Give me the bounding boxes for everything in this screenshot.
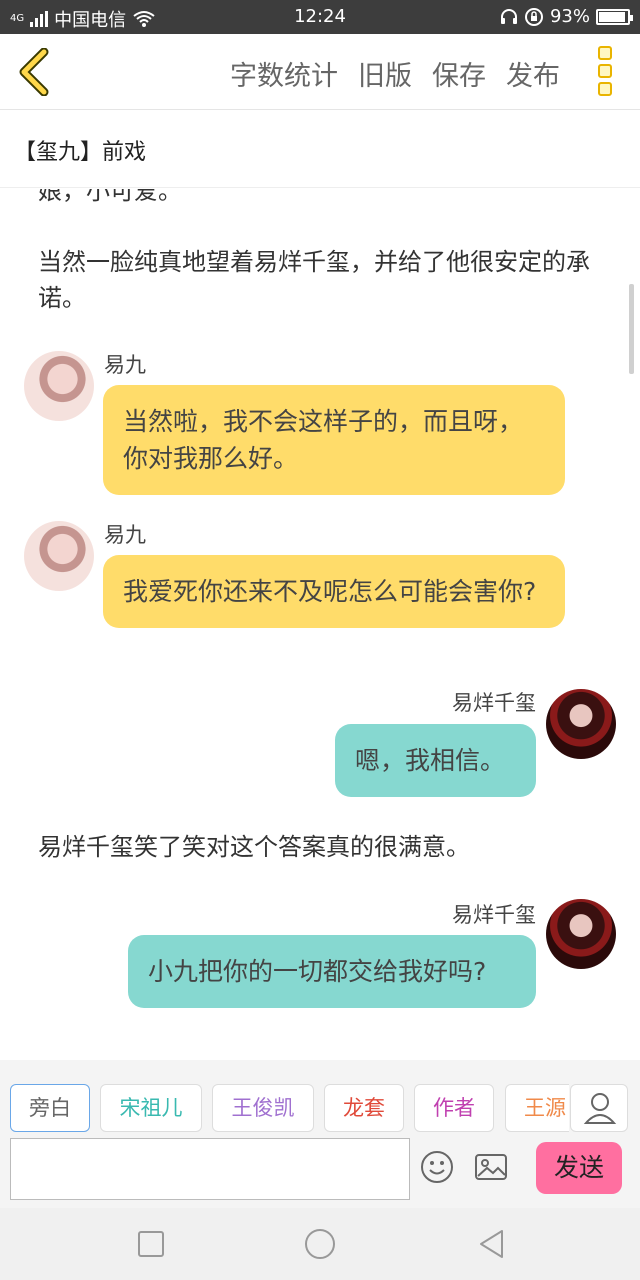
more-vertical-icon[interactable]: [598, 46, 618, 96]
avatar[interactable]: [24, 351, 94, 421]
scrollbar[interactable]: [629, 284, 634, 374]
header-actions: 字数统计 旧版 保存 发布: [230, 54, 560, 93]
composer-panel: 旁白 宋祖儿 王俊凯 龙套 作者 王源 发送: [0, 1060, 640, 1208]
emoji-button[interactable]: [420, 1150, 454, 1184]
message-input[interactable]: [10, 1138, 410, 1200]
message-bubble[interactable]: 当然啦，我不会这样子的，而且呀，你对我那么好。: [103, 385, 565, 495]
old-version-button[interactable]: 旧版: [358, 54, 412, 93]
word-count-button[interactable]: 字数统计: [230, 54, 338, 93]
message-bubble[interactable]: 嗯，我相信。: [335, 724, 536, 797]
triangle-back-icon: [480, 1230, 503, 1258]
avatar[interactable]: [546, 899, 616, 969]
status-right: 93%: [500, 6, 633, 27]
image-button[interactable]: [474, 1152, 508, 1182]
headphones-icon: [500, 8, 517, 24]
speaker-name: 易九: [104, 523, 146, 547]
image-icon: [475, 1154, 507, 1180]
user-icon: [583, 1093, 617, 1124]
save-button[interactable]: 保存: [432, 54, 486, 93]
back-nav-button[interactable]: [476, 1228, 508, 1260]
character-tab[interactable]: 龙套: [324, 1084, 404, 1132]
status-bar: 4G 中国电信 12:24 93%: [0, 0, 640, 34]
message-bubble[interactable]: 我爱死你还来不及呢怎么可能会害你?: [103, 555, 565, 628]
character-tab[interactable]: 作者: [414, 1084, 494, 1132]
smiley-icon: [421, 1151, 453, 1183]
speaker-name: 易烊千玺: [452, 691, 536, 715]
chevron-left-icon: [19, 47, 49, 97]
home-button[interactable]: [302, 1228, 338, 1260]
narration-text: 当然一脸纯真地望着易烊千玺，并给了他很安定的承诺。: [38, 248, 590, 312]
publish-button[interactable]: 发布: [506, 54, 560, 93]
avatar[interactable]: [24, 521, 94, 591]
story-content[interactable]: 娘，小可爱。 当然一脸纯真地望着易烊千玺，并给了他很安定的承诺。 易九 当然啦，…: [0, 189, 640, 1059]
narration-text: 易烊千玺笑了笑对这个答案真的很满意。: [38, 833, 470, 861]
rotation-lock-icon: [524, 7, 543, 26]
recents-button[interactable]: [135, 1228, 167, 1260]
chapter-title: 【玺九】前戏: [0, 110, 640, 188]
send-button[interactable]: 发送: [536, 1142, 622, 1194]
speaker-name: 易烊千玺: [452, 903, 536, 927]
square-icon: [138, 1231, 164, 1257]
editor-header: 字数统计 旧版 保存 发布: [0, 34, 640, 110]
battery-icon: [596, 8, 633, 25]
character-tab[interactable]: 宋祖儿: [100, 1084, 202, 1132]
character-tab[interactable]: 王源: [505, 1084, 569, 1132]
speaker-name: 易九: [104, 353, 146, 377]
battery-percent: 93%: [549, 6, 590, 27]
avatar[interactable]: [546, 689, 616, 759]
message-bubble[interactable]: 小九把你的一切都交给我好吗?: [128, 935, 536, 1008]
back-button[interactable]: [14, 47, 58, 97]
circle-icon: [305, 1229, 335, 1259]
character-manage-button[interactable]: [570, 1084, 628, 1132]
character-tab[interactable]: 王俊凯: [212, 1084, 314, 1132]
system-nav-bar: [0, 1208, 640, 1280]
narration-partial: 娘，小可爱。: [38, 189, 182, 205]
character-tab-narrator[interactable]: 旁白: [10, 1084, 90, 1132]
